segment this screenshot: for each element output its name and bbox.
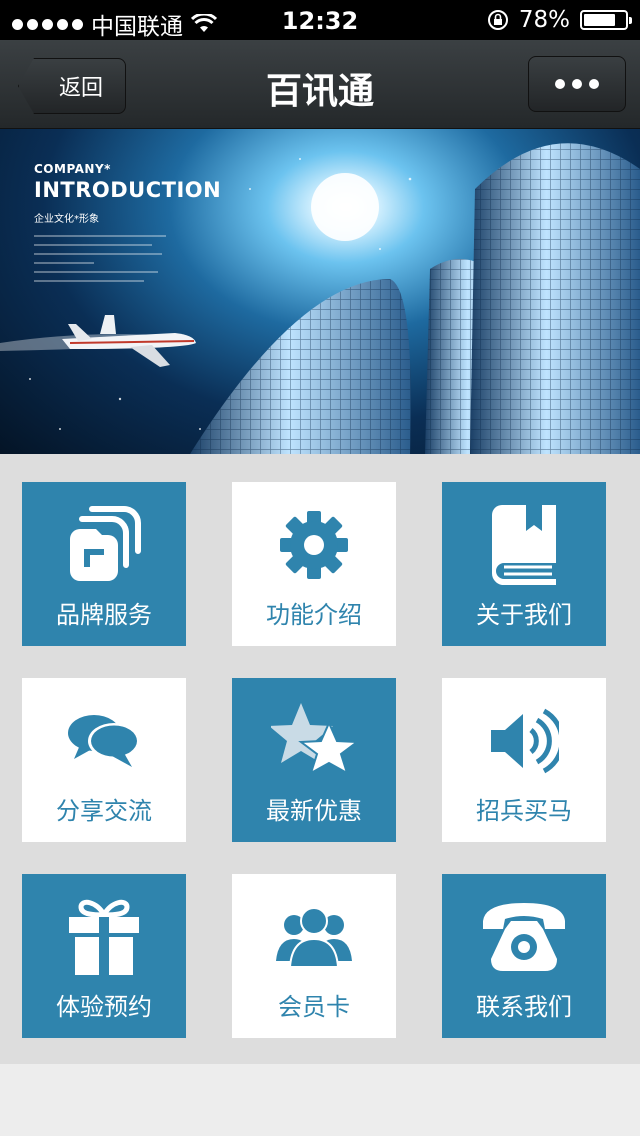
stars-icon	[269, 696, 359, 786]
tile-label: 会员卡	[278, 993, 350, 1021]
tile-label: 联系我们	[476, 993, 572, 1021]
menu-grid: 品牌服务 功能介绍 关于我们 分享交流 最新优惠 招兵买马 体验预约 会员卡 联…	[0, 454, 640, 1064]
tile-label: 关于我们	[476, 601, 572, 629]
tile-share-exchange[interactable]: 分享交流	[22, 678, 186, 842]
banner-text: COMPANY* INTRODUCTION 企业文化*形象	[34, 162, 221, 289]
more-options-button[interactable]	[528, 56, 626, 112]
folder-icon	[59, 500, 149, 590]
gift-icon	[59, 892, 149, 982]
gear-icon	[269, 500, 359, 590]
battery-percent: 78%	[518, 7, 570, 33]
speaker-icon	[479, 696, 569, 786]
banner-small-text: COMPANY*	[34, 162, 111, 176]
rotation-lock-icon	[487, 10, 508, 30]
members-icon	[269, 892, 359, 982]
tile-latest-offers[interactable]: 最新优惠	[232, 678, 396, 842]
back-button[interactable]: 返回	[18, 58, 126, 114]
tile-trial-booking[interactable]: 体验预约	[22, 874, 186, 1038]
tile-label: 体验预约	[56, 993, 152, 1021]
tile-member-card[interactable]: 会员卡	[232, 874, 396, 1038]
tile-label: 分享交流	[56, 797, 152, 825]
back-button-label: 返回	[58, 76, 103, 101]
banner-decorative-lines	[34, 235, 221, 282]
tile-about-us[interactable]: 关于我们	[442, 482, 606, 646]
tile-label: 功能介绍	[266, 601, 362, 629]
status-right: 78%	[487, 7, 632, 33]
chat-bubbles-icon	[59, 696, 149, 786]
telephone-icon	[479, 892, 569, 982]
tile-recruitment[interactable]: 招兵买马	[442, 678, 606, 842]
more-dots-icon	[555, 79, 565, 89]
tile-label: 招兵买马	[476, 797, 572, 825]
tile-brand-service[interactable]: 品牌服务	[22, 482, 186, 646]
status-bar: 中国联通 12:32 78%	[0, 0, 640, 40]
airplane-graphic	[0, 315, 196, 367]
navigation-bar: 返回 百讯通	[0, 40, 640, 129]
battery-icon	[580, 10, 632, 30]
banner-subtitle: 企业文化*形象	[34, 214, 99, 225]
book-icon	[479, 500, 569, 590]
tile-label: 品牌服务	[56, 601, 152, 629]
tile-contact-us[interactable]: 联系我们	[442, 874, 606, 1038]
banner-title: INTRODUCTION	[34, 178, 222, 202]
tile-label: 最新优惠	[266, 797, 362, 825]
page-footer	[0, 1064, 640, 1136]
banner-image: COMPANY* INTRODUCTION 企业文化*形象	[0, 129, 640, 454]
tile-features[interactable]: 功能介绍	[232, 482, 396, 646]
